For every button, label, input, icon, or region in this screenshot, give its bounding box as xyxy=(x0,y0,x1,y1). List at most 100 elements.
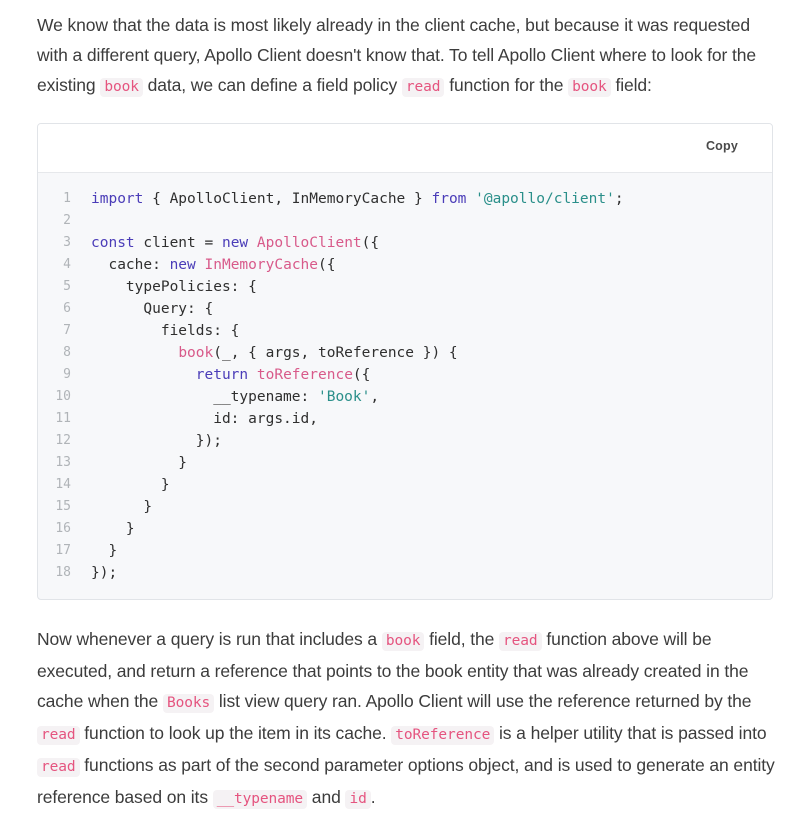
line-number: 10 xyxy=(55,389,71,404)
code-token: toReference xyxy=(256,367,353,383)
code-line: 11 id: args.id, xyxy=(38,408,772,430)
code-lines: 1 import { ApolloClient, InMemoryCache } … xyxy=(38,188,772,584)
code-line: 5 typePolicies: { xyxy=(38,276,772,298)
code-token: const xyxy=(91,235,135,251)
code-token: new xyxy=(221,235,249,251)
code-content: } xyxy=(91,452,187,474)
inline-code: read xyxy=(37,726,80,745)
code-content: __typename: 'Book', xyxy=(91,386,379,408)
code-line: 3 const client = new ApolloClient({ xyxy=(38,232,772,254)
code-token: } xyxy=(91,521,135,537)
code-content: } xyxy=(91,518,135,540)
line-number: 7 xyxy=(63,323,71,338)
line-number: 4 xyxy=(63,257,71,272)
code-line: 9 return toReference({ xyxy=(38,364,772,386)
code-line: 16 } xyxy=(38,518,772,540)
paragraph-text: function to look up the item in its cach… xyxy=(79,723,392,743)
code-content: const client = new ApolloClient({ xyxy=(91,232,379,254)
code-token: new xyxy=(169,257,196,273)
inline-code: read xyxy=(401,78,445,97)
code-content: Query: { xyxy=(91,298,213,320)
code-line: 6 Query: { xyxy=(38,298,772,320)
code-token: ; xyxy=(614,191,624,207)
code-content: } xyxy=(91,496,152,518)
code-token: typePolicies: { xyxy=(91,279,257,295)
code-line: 2 xyxy=(38,210,772,232)
code-token: InMemoryCache xyxy=(204,257,319,273)
code-token: } xyxy=(91,543,118,559)
code-token: } xyxy=(91,477,170,493)
code-content: }); xyxy=(91,430,222,452)
inline-code: book xyxy=(100,78,143,97)
code-token: book xyxy=(178,345,214,361)
code-block: Copy 1 import { ApolloClient, InMemoryCac… xyxy=(37,123,773,600)
line-number: 14 xyxy=(55,477,71,492)
code-line: 18}); xyxy=(38,562,772,584)
code-content: return toReference({ xyxy=(91,364,371,386)
inline-code: book xyxy=(381,632,425,651)
code-token: ({ xyxy=(318,257,336,273)
code-content: } xyxy=(91,540,117,562)
copy-button[interactable]: Copy xyxy=(706,139,738,153)
line-number: 3 xyxy=(63,235,71,250)
line-number: 18 xyxy=(55,565,71,580)
line-number: 16 xyxy=(55,521,71,536)
line-number: 13 xyxy=(55,455,71,470)
line-number: 8 xyxy=(63,345,71,360)
code-token: Query: { xyxy=(91,301,214,317)
code-line: 15 } xyxy=(38,496,772,518)
inline-code: read xyxy=(499,632,542,651)
paragraph-text: field: xyxy=(610,75,652,95)
code-line: 17 } xyxy=(38,540,772,562)
inline-code: Books xyxy=(162,694,215,713)
paragraph-text: function for the xyxy=(444,75,569,95)
code-token: id: args.id, xyxy=(91,411,318,427)
code-token: ({ xyxy=(361,235,380,251)
code-token: } xyxy=(91,455,188,471)
code-content: } xyxy=(91,474,170,496)
inline-code: read xyxy=(37,758,80,777)
code-token: , xyxy=(370,389,380,405)
code-token: }); xyxy=(91,565,118,581)
paragraph-text: list view query ran. Apollo Client will … xyxy=(214,691,752,711)
line-number: 15 xyxy=(55,499,71,514)
code-content: fields: { xyxy=(91,320,240,342)
paragraph-text: data, we can define a field policy xyxy=(142,75,402,95)
explanation-paragraph: Now whenever a query is run that include… xyxy=(37,624,777,814)
paragraph-text: functions as part of the second paramete… xyxy=(37,755,775,807)
inline-code: book xyxy=(568,78,611,97)
line-number: 12 xyxy=(55,433,71,448)
code-content: book(_, { args, toReference }) { xyxy=(91,342,457,364)
code-content: }); xyxy=(91,562,117,584)
code-token: { ApolloClient, InMemoryCache } xyxy=(143,191,432,207)
code-content: typePolicies: { xyxy=(91,276,257,298)
code-token: import xyxy=(91,191,144,207)
code-line: 1 import { ApolloClient, InMemoryCache } … xyxy=(38,188,772,210)
code-line: 13 } xyxy=(38,452,772,474)
code-line: 12 }); xyxy=(38,430,772,452)
code-content: id: args.id, xyxy=(91,408,318,430)
code-token: return xyxy=(195,367,249,383)
code-token: from xyxy=(431,191,467,207)
code-token: ({ xyxy=(352,367,371,383)
paragraph-text: Now whenever a query is run that include… xyxy=(37,629,382,649)
line-number: 1 xyxy=(63,191,71,206)
line-number: 2 xyxy=(63,213,71,228)
paragraph-text: and xyxy=(307,787,346,807)
inline-code: id xyxy=(345,790,371,809)
line-number: 17 xyxy=(55,543,71,558)
code-token: } xyxy=(91,499,153,515)
code-line: 7 fields: { xyxy=(38,320,772,342)
code-token: client = xyxy=(134,235,222,251)
code-content: import { ApolloClient, InMemoryCache } f… xyxy=(91,188,624,210)
paragraph-text: is a helper utility that is passed into xyxy=(494,723,767,743)
line-number: 5 xyxy=(63,279,71,294)
code-token: ApolloClient xyxy=(256,235,362,251)
code-token: }); xyxy=(91,433,222,449)
code-token: 'Book' xyxy=(317,389,371,405)
